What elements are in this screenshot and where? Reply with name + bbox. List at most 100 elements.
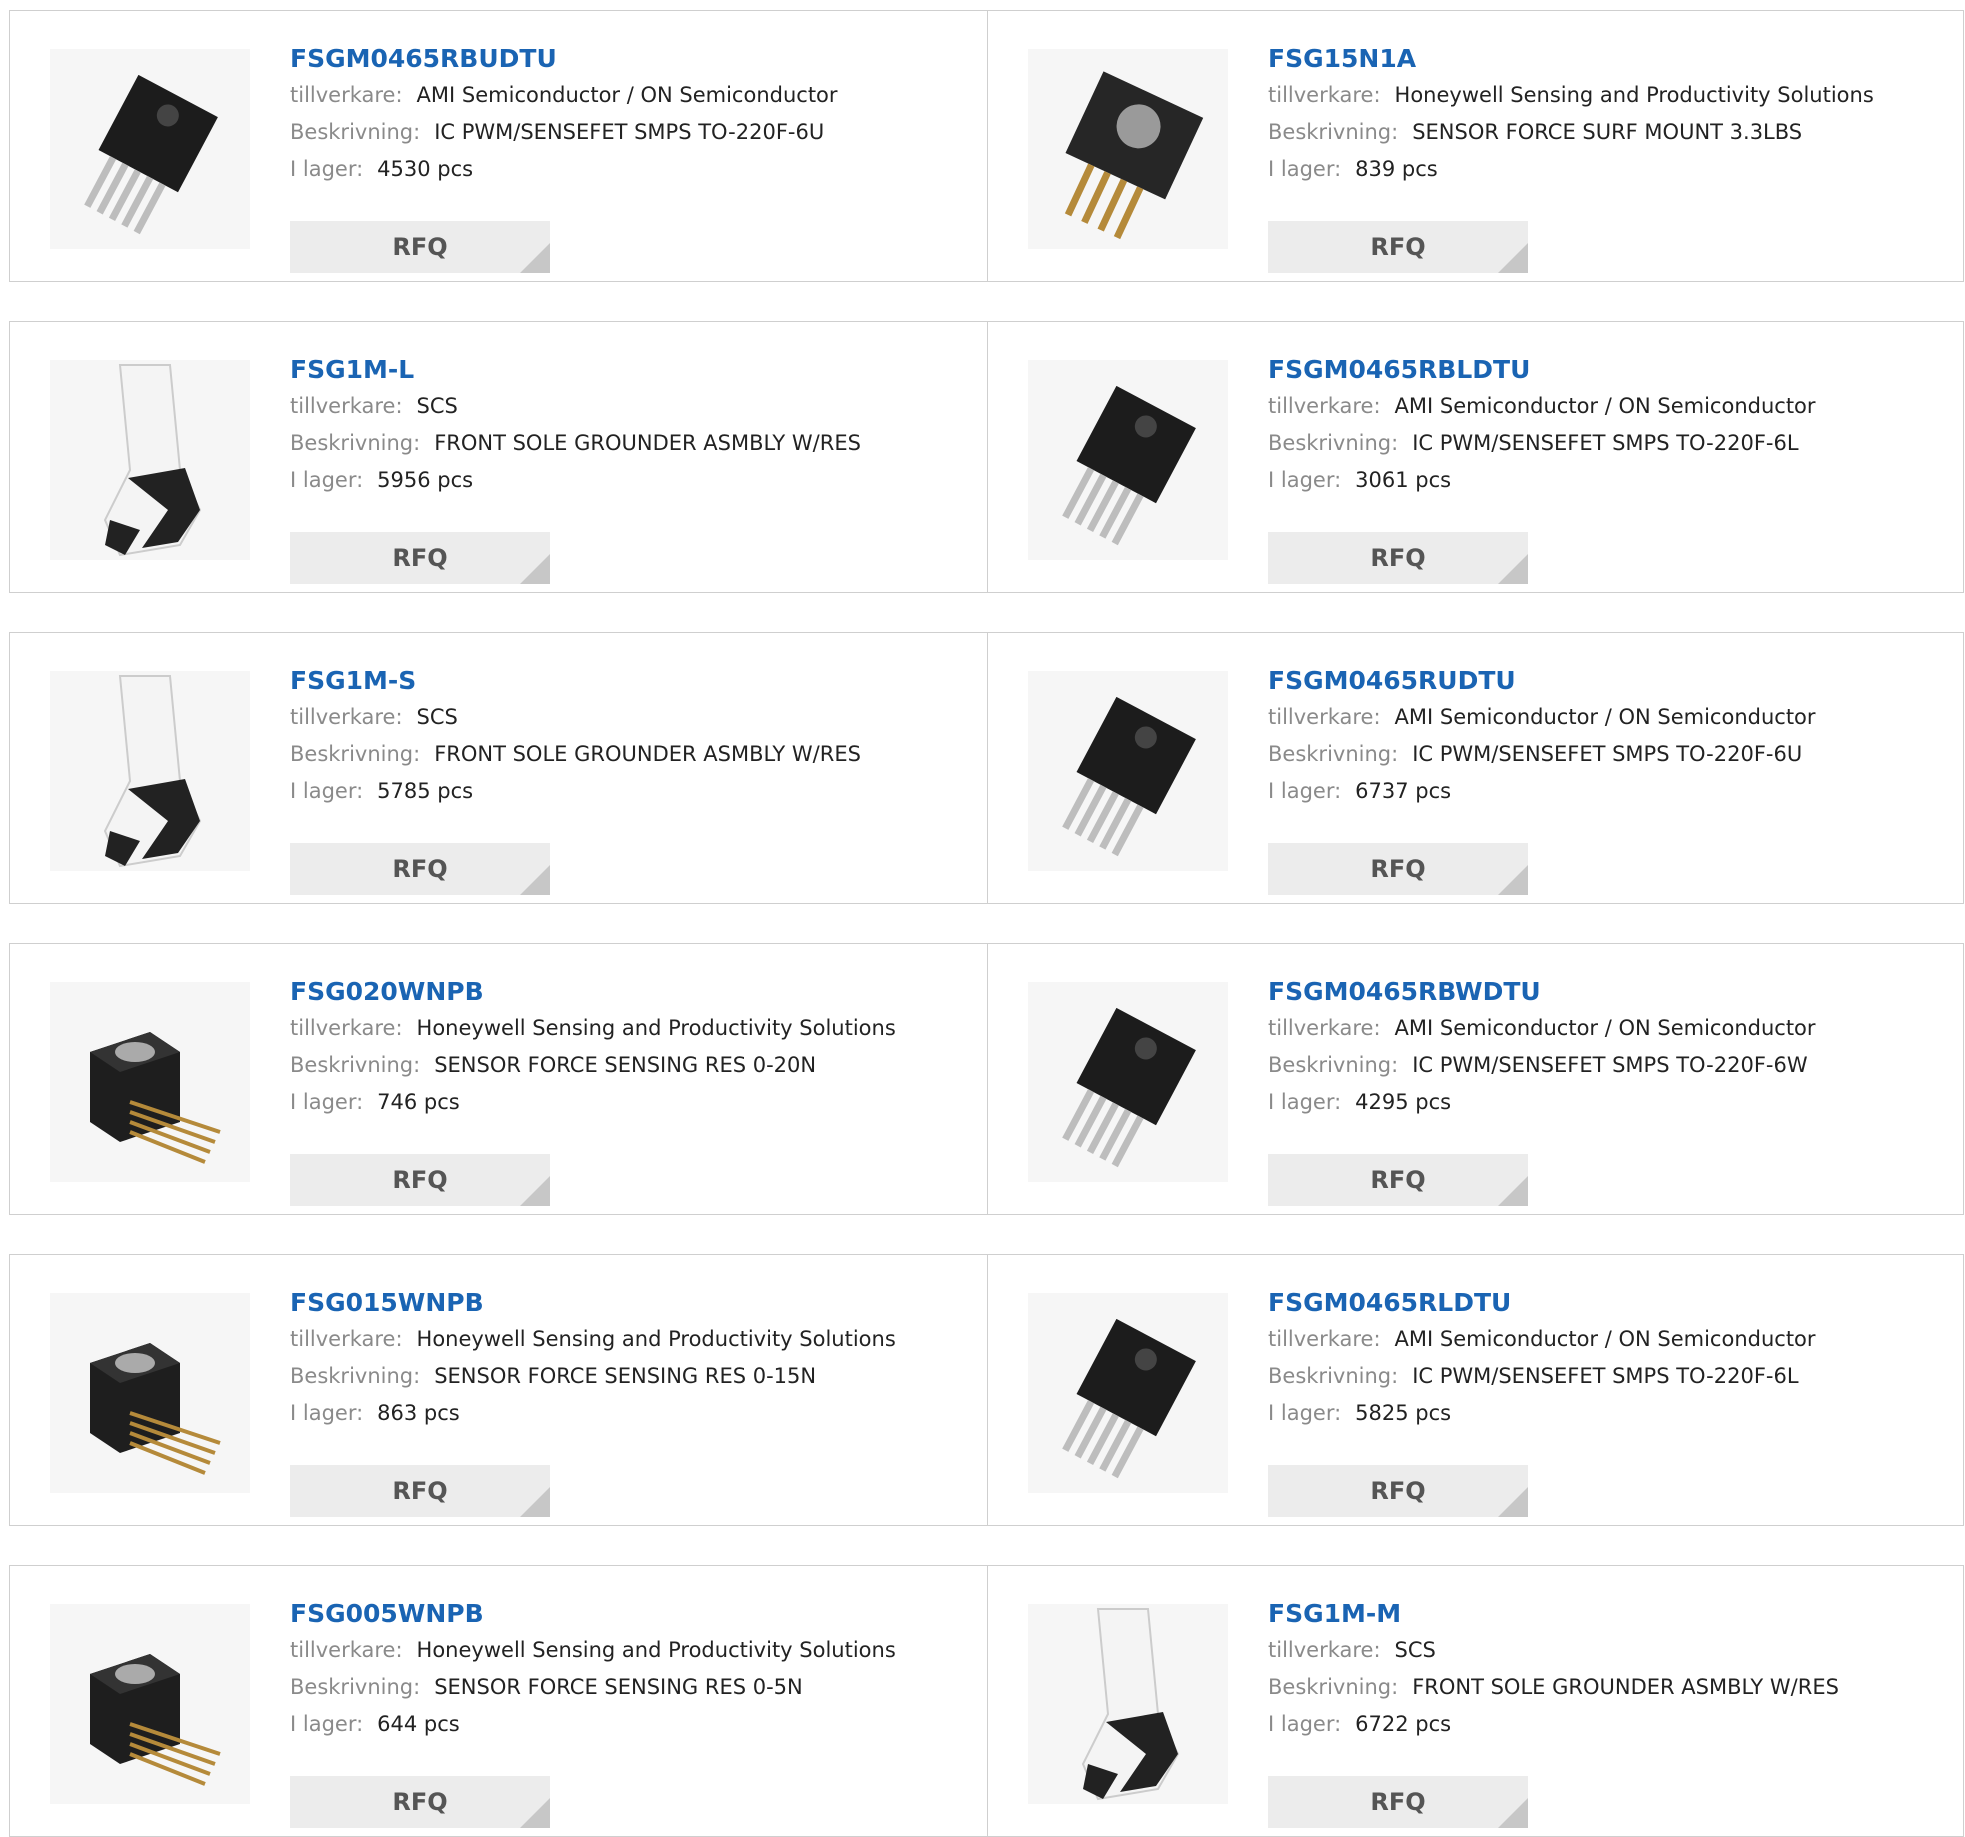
manufacturer-line: tillverkare: Honeywell Sensing and Produc…: [290, 1010, 970, 1047]
stock-label: I lager:: [290, 1401, 364, 1425]
description-value: IC PWM/SENSEFET SMPS TO-220F-6L: [1412, 431, 1799, 455]
product-image[interactable]: [50, 982, 250, 1182]
rfq-button[interactable]: RFQ: [1268, 532, 1528, 584]
rfq-button[interactable]: RFQ: [290, 1776, 550, 1828]
rfq-button[interactable]: RFQ: [1268, 1154, 1528, 1206]
product-info: FSG1M-L tillverkare: SCS Beskrivning: FRONT …: [290, 352, 970, 584]
description-line: Beskrivning: SENSOR FORCE SENSING RES 0-2…: [290, 1047, 970, 1084]
product-image[interactable]: [50, 360, 250, 560]
manufacturer-label: tillverkare:: [1268, 705, 1381, 729]
stock-label: I lager:: [290, 468, 364, 492]
product-info: FSGM0465RUDTU tillverkare: AMI Semiconduct…: [1268, 663, 1948, 895]
to220-chip-icon: [1028, 671, 1228, 871]
product-row: FSG1M-L tillverkare: SCS Beskrivning: FRONT …: [9, 321, 1964, 593]
description-line: Beskrivning: FRONT SOLE GROUNDER ASMBLY W…: [290, 425, 970, 462]
corner-triangle-icon: [520, 1487, 550, 1517]
product-image[interactable]: [1028, 360, 1228, 560]
corner-triangle-icon: [520, 1176, 550, 1206]
product-info: FSGM0465RBUDTU tillverkare: AMI Semiconduc…: [290, 41, 970, 273]
description-value: FRONT SOLE GROUNDER ASMBLY W/RES: [434, 742, 861, 766]
rfq-button-label: RFQ: [392, 1788, 448, 1816]
product-image[interactable]: [1028, 982, 1228, 1182]
stock-label: I lager:: [290, 157, 364, 181]
rfq-button[interactable]: RFQ: [290, 1465, 550, 1517]
stock-label: I lager:: [290, 1712, 364, 1736]
corner-triangle-icon: [520, 243, 550, 273]
product-name-link[interactable]: FSGM0465RUDTU: [1268, 663, 1948, 699]
product-card: FSGM0465RBLDTU tillverkare: AMI Semiconduc…: [987, 322, 1965, 592]
manufacturer-line: tillverkare: Honeywell Sensing and Produc…: [290, 1632, 970, 1669]
rfq-button[interactable]: RFQ: [290, 1154, 550, 1206]
rfq-button[interactable]: RFQ: [1268, 1776, 1528, 1828]
product-card: FSGM0465RBWDTU tillverkare: AMI Semiconduc…: [987, 944, 1965, 1214]
product-image[interactable]: [1028, 1604, 1228, 1804]
rfq-button-label: RFQ: [1370, 544, 1426, 572]
product-name-link[interactable]: FSG1M-L: [290, 352, 970, 388]
manufacturer-label: tillverkare:: [290, 394, 403, 418]
description-label: Beskrivning:: [1268, 1053, 1399, 1077]
description-label: Beskrivning:: [1268, 742, 1399, 766]
product-image[interactable]: [1028, 49, 1228, 249]
rfq-button-label: RFQ: [392, 233, 448, 261]
product-name-link[interactable]: FSG020WNPB: [290, 974, 970, 1010]
description-line: Beskrivning: IC PWM/SENSEFET SMPS TO-220F…: [1268, 425, 1948, 462]
rfq-button[interactable]: RFQ: [1268, 1465, 1528, 1517]
product-name-link[interactable]: FSG1M-S: [290, 663, 970, 699]
product-name-link[interactable]: FSGM0465RBUDTU: [290, 41, 970, 77]
product-info: FSGM0465RBLDTU tillverkare: AMI Semiconduc…: [1268, 352, 1948, 584]
stock-label: I lager:: [1268, 1401, 1342, 1425]
manufacturer-line: tillverkare: SCS: [1268, 1632, 1948, 1669]
manufacturer-line: tillverkare: AMI Semiconductor / ON Semic…: [1268, 1010, 1948, 1047]
product-name-link[interactable]: FSG015WNPB: [290, 1285, 970, 1321]
rfq-button[interactable]: RFQ: [1268, 221, 1528, 273]
stock-label: I lager:: [1268, 1712, 1342, 1736]
product-image[interactable]: [50, 49, 250, 249]
product-name-link[interactable]: FSG15N1A: [1268, 41, 1948, 77]
stock-line: I lager: 6737 pcs: [1268, 773, 1948, 810]
product-info: FSG1M-M tillverkare: SCS Beskrivning: FRONT …: [1268, 1596, 1948, 1828]
corner-triangle-icon: [1498, 865, 1528, 895]
rfq-button-label: RFQ: [392, 544, 448, 572]
stock-value: 4295 pcs: [1355, 1090, 1452, 1114]
description-value: IC PWM/SENSEFET SMPS TO-220F-6L: [1412, 1364, 1799, 1388]
manufacturer-value: AMI Semiconductor / ON Semiconductor: [1394, 394, 1816, 418]
description-line: Beskrivning: SENSOR FORCE SENSING RES 0-1…: [290, 1358, 970, 1395]
product-name-link[interactable]: FSGM0465RBLDTU: [1268, 352, 1948, 388]
stock-label: I lager:: [1268, 1090, 1342, 1114]
description-value: FRONT SOLE GROUNDER ASMBLY W/RES: [434, 431, 861, 455]
stock-value: 6737 pcs: [1355, 779, 1452, 803]
description-value: IC PWM/SENSEFET SMPS TO-220F-6W: [1412, 1053, 1808, 1077]
product-image[interactable]: [50, 1604, 250, 1804]
description-label: Beskrivning:: [1268, 1364, 1399, 1388]
product-image[interactable]: [50, 671, 250, 871]
product-info: FSGM0465RBWDTU tillverkare: AMI Semiconduc…: [1268, 974, 1948, 1206]
product-info: FSG015WNPB tillverkare: Honeywell Sensing …: [290, 1285, 970, 1517]
product-image[interactable]: [50, 1293, 250, 1493]
rfq-button[interactable]: RFQ: [290, 843, 550, 895]
manufacturer-line: tillverkare: AMI Semiconductor / ON Semic…: [1268, 699, 1948, 736]
product-name-link[interactable]: FSG005WNPB: [290, 1596, 970, 1632]
rfq-button[interactable]: RFQ: [290, 532, 550, 584]
corner-triangle-icon: [1498, 554, 1528, 584]
manufacturer-value: AMI Semiconductor / ON Semiconductor: [1394, 1016, 1816, 1040]
description-value: IC PWM/SENSEFET SMPS TO-220F-6U: [434, 120, 825, 144]
product-card: FSG1M-L tillverkare: SCS Beskrivning: FRONT …: [10, 322, 987, 592]
description-value: FRONT SOLE GROUNDER ASMBLY W/RES: [1412, 1675, 1839, 1699]
product-image[interactable]: [1028, 671, 1228, 871]
rfq-button[interactable]: RFQ: [290, 221, 550, 273]
description-label: Beskrivning:: [290, 120, 421, 144]
rfq-button[interactable]: RFQ: [1268, 843, 1528, 895]
manufacturer-label: tillverkare:: [1268, 394, 1381, 418]
description-line: Beskrivning: SENSOR FORCE SURF MOUNT 3.3L…: [1268, 114, 1948, 151]
product-row: FSGM0465RBUDTU tillverkare: AMI Semiconduc…: [9, 10, 1964, 282]
rfq-button-label: RFQ: [1370, 1477, 1426, 1505]
product-card: FSGM0465RUDTU tillverkare: AMI Semiconduct…: [987, 633, 1965, 903]
product-name-link[interactable]: FSG1M-M: [1268, 1596, 1948, 1632]
product-name-link[interactable]: FSGM0465RLDTU: [1268, 1285, 1948, 1321]
product-image[interactable]: [1028, 1293, 1228, 1493]
stock-value: 746 pcs: [377, 1090, 460, 1114]
stock-label: I lager:: [290, 779, 364, 803]
product-name-link[interactable]: FSGM0465RBWDTU: [1268, 974, 1948, 1010]
stock-line: I lager: 4530 pcs: [290, 151, 970, 188]
manufacturer-line: tillverkare: SCS: [290, 699, 970, 736]
